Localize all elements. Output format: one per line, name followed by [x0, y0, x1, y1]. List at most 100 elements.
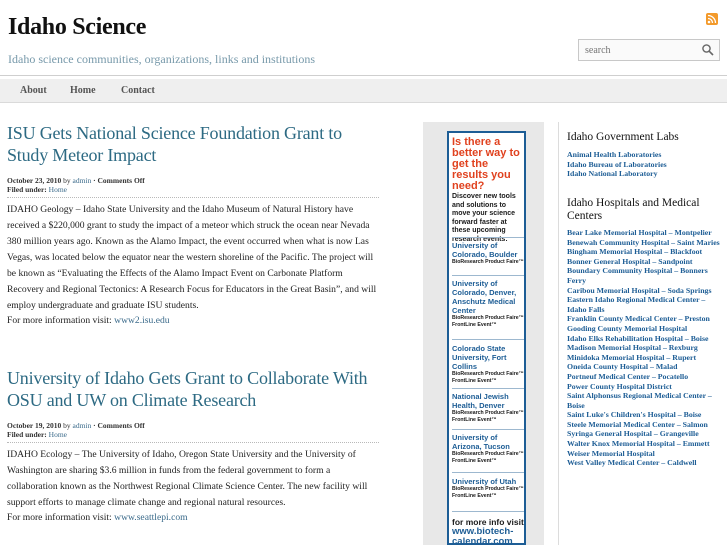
sidebar-link[interactable]: Caribou Memorial Hospital – Soda Springs: [567, 286, 725, 296]
sidebar-link[interactable]: Saint Alphonsus Regional Medical Center …: [567, 391, 725, 410]
ad-event: University of Arizona, Tucson BioResearc…: [452, 433, 524, 465]
post-filed: Filed under: Home: [7, 430, 379, 439]
sidebar-link[interactable]: Gooding County Memorial Hospital: [567, 324, 725, 334]
nav-contact[interactable]: Contact: [121, 85, 155, 96]
post-author-link[interactable]: admin: [72, 421, 91, 430]
post-source-link[interactable]: www2.isu.edu: [114, 315, 169, 326]
sidebar-link[interactable]: Portneuf Medical Center – Pocatello: [567, 372, 725, 382]
ad-divider: [452, 429, 524, 430]
ad-headline: Is there a better way to get the results…: [452, 136, 520, 192]
sidebar-link[interactable]: Steele Memorial Medical Center – Salmon: [567, 420, 725, 430]
sidebar-link[interactable]: Idaho Elks Rehabilitation Hospital – Boi…: [567, 334, 725, 344]
rss-feed-icon[interactable]: [706, 13, 718, 25]
sidebar-link[interactable]: Power County Hospital District: [567, 382, 725, 392]
sidebar-link[interactable]: Idaho National Laboratory: [567, 169, 725, 179]
ad-event-type: BioResearch Product Faire™ FrontLine Eve…: [452, 315, 524, 328]
site-header: Idaho Science Idaho science communities,…: [0, 0, 727, 76]
ad-event-type: BioResearch Product Faire™ FrontLine Eve…: [452, 451, 524, 464]
site-tagline: Idaho science communities, organizations…: [8, 52, 316, 66]
hospitals-list: Bear Lake Memorial Hospital – Montpelier…: [567, 228, 725, 468]
sidebar-link[interactable]: West Valley Medical Center – Caldwell: [567, 458, 725, 468]
ad-event-name: University of Colorado, Denver, Anschutz…: [452, 279, 517, 315]
sidebar-link[interactable]: Bear Lake Memorial Hospital – Montpelier: [567, 228, 725, 238]
sidebar: Idaho Government Labs Animal Health Labo…: [558, 122, 727, 545]
sidebar-link[interactable]: Minidoka Memorial Hospital – Rupert: [567, 353, 725, 363]
search-icon[interactable]: [701, 43, 715, 57]
nav-about[interactable]: About: [20, 85, 47, 96]
sidebar-link[interactable]: Walter Knox Memorial Hospital – Emmett: [567, 439, 725, 449]
post-source-link[interactable]: www.seattlepi.com: [114, 512, 187, 523]
post-meta: October 23, 2010 by admin · Comments Off: [7, 176, 379, 185]
post-divider: [7, 197, 379, 198]
ad-event: Colorado State University, Fort Collins …: [452, 344, 524, 385]
sidebar-heading-labs: Idaho Government Labs: [567, 131, 679, 143]
search-input[interactable]: [579, 40, 697, 60]
post-title[interactable]: ISU Gets National Science Foundation Gra…: [7, 122, 379, 166]
sidebar-link[interactable]: Madison Memorial Hospital – Rexburg: [567, 343, 725, 353]
site-title[interactable]: Idaho Science: [8, 14, 146, 41]
post-meta: October 19, 2010 by admin · Comments Off: [7, 421, 379, 430]
sidebar-link[interactable]: Idaho Bureau of Laboratories: [567, 160, 725, 170]
ad-footer-url: www.biotech-calendar.com: [452, 526, 514, 545]
post: University of Idaho Gets Grant to Collab…: [7, 367, 379, 525]
ad-divider: [452, 339, 524, 340]
post-more-info: For more information visit: www2.isu.edu: [7, 314, 379, 328]
labs-list: Animal Health Laboratories Idaho Bureau …: [567, 150, 725, 179]
ad-divider: [452, 472, 524, 473]
post-by-label: by: [63, 421, 71, 430]
post-filed: Filed under: Home: [7, 185, 379, 194]
ad-event-type: BioResearch Product Faire™ FrontLine Eve…: [452, 486, 524, 499]
sidebar-link[interactable]: Weiser Memorial Hospital: [567, 449, 725, 459]
ad-event-name: National Jewish Health, Denver: [452, 392, 509, 410]
main-nav: About Home Contact: [0, 79, 727, 103]
post-more-info: For more information visit: www.seattlep…: [7, 511, 379, 525]
search-box: [578, 39, 720, 61]
ad-divider: [452, 275, 524, 276]
ad-event-type: BioResearch Product Faire™ FrontLine Eve…: [452, 410, 524, 423]
ad-event-type: BioResearch Product Faire™: [452, 259, 524, 265]
post-category-link[interactable]: Home: [49, 185, 67, 194]
post-category-link[interactable]: Home: [49, 430, 67, 439]
sidebar-link[interactable]: Eastern Idaho Regional Medical Center – …: [567, 295, 725, 314]
post: ISU Gets National Science Foundation Gra…: [7, 122, 379, 328]
ad-event-name: Colorado State University, Fort Collins: [452, 344, 507, 371]
post-divider: [7, 442, 379, 443]
ad-divider: [452, 388, 524, 389]
ad-event-type: BioResearch Product Faire™ FrontLine Eve…: [452, 371, 524, 384]
post-filed-label: Filed under:: [7, 185, 47, 194]
ad-event: University of Colorado, Denver, Anschutz…: [452, 279, 524, 329]
ad-footer: for more info visit www.biotech-calendar…: [452, 517, 524, 545]
ad-event-name: University of Arizona, Tucson: [452, 433, 510, 451]
post-more-label: For more information visit:: [7, 315, 112, 326]
ad-event-name: University of Utah: [452, 477, 517, 486]
post-comments: · Comments Off: [93, 421, 145, 430]
post-date: October 23, 2010: [7, 176, 62, 185]
ad-divider: [452, 511, 524, 512]
sidebar-heading-hospitals: Idaho Hospitals and Medical Centers: [567, 197, 700, 222]
post-title[interactable]: University of Idaho Gets Grant to Collab…: [7, 367, 379, 411]
post-body: IDAHO Ecology – The University of Idaho,…: [7, 449, 368, 508]
post-body: IDAHO Geology – Idaho State University a…: [7, 204, 377, 311]
ad-headline-box: Is there a better way to get the results…: [449, 133, 524, 192]
post-author-link[interactable]: admin: [72, 176, 91, 185]
nav-home[interactable]: Home: [70, 85, 96, 96]
post-comments: · Comments Off: [93, 176, 145, 185]
sidebar-link[interactable]: Benewah Community Hospital – Saint Marie…: [567, 238, 725, 248]
sidebar-link[interactable]: Boundary Community Hospital – Bonners Fe…: [567, 266, 725, 285]
biotech-calendar-ad[interactable]: Is there a better way to get the results…: [447, 131, 526, 545]
ad-event: University of Utah BioResearch Product F…: [452, 477, 524, 500]
sidebar-link[interactable]: Franklin County Medical Center – Preston: [567, 314, 725, 324]
sidebar-link[interactable]: Oneida County Hospital – Malad: [567, 362, 725, 372]
post-by-label: by: [63, 176, 71, 185]
post-filed-label: Filed under:: [7, 430, 47, 439]
ad-event-name: University of Colorado, Boulder: [452, 241, 518, 259]
sidebar-link[interactable]: Bonner General Hospital – Sandpoint: [567, 257, 725, 267]
sidebar-link[interactable]: Saint Luke's Children's Hospital – Boise: [567, 410, 725, 420]
sidebar-link[interactable]: Animal Health Laboratories: [567, 150, 725, 160]
main-content: ISU Gets National Science Foundation Gra…: [0, 110, 420, 545]
sidebar-link[interactable]: Bingham Memorial Hospital – Blackfoot: [567, 247, 725, 257]
ad-event: National Jewish Health, Denver BioResear…: [452, 392, 524, 424]
post-more-label: For more information visit:: [7, 512, 112, 523]
sidebar-link[interactable]: Syringa General Hospital – Grangeville: [567, 429, 725, 439]
ad-event: University of Colorado, Boulder BioResea…: [452, 241, 524, 266]
